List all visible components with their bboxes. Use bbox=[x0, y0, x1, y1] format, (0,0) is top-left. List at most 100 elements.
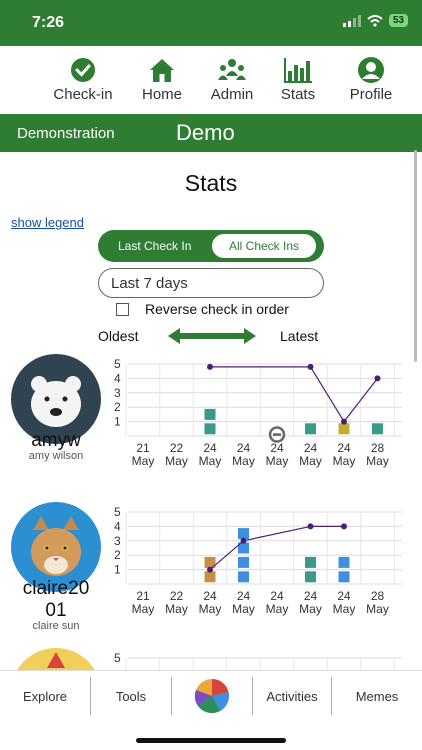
checkin-square bbox=[305, 571, 316, 583]
wifi-icon bbox=[367, 14, 383, 27]
nav-label: Profile bbox=[349, 86, 393, 103]
x-tick-label: 21 bbox=[136, 441, 150, 455]
x-tick-label: May bbox=[299, 454, 322, 468]
trend-point bbox=[307, 363, 314, 370]
person-icon bbox=[358, 57, 384, 83]
nav-home[interactable]: Home bbox=[127, 56, 197, 103]
status-time: 7:26 bbox=[32, 14, 65, 31]
latest-label: Latest bbox=[280, 328, 319, 344]
house-icon bbox=[150, 59, 174, 82]
nav-stats[interactable]: Stats bbox=[263, 56, 333, 103]
trend-point bbox=[207, 363, 213, 370]
bottom-nav: Explore Tools Activities Memes bbox=[0, 670, 422, 720]
x-tick-label: May bbox=[132, 602, 155, 616]
checkin-square bbox=[204, 408, 216, 420]
x-tick-label: May bbox=[132, 454, 155, 468]
trend-point bbox=[341, 418, 347, 425]
bar-chart-icon bbox=[284, 58, 312, 83]
scrollbar[interactable] bbox=[414, 150, 417, 362]
range-select[interactable]: Last 7 days bbox=[98, 268, 324, 298]
check-circle-icon bbox=[71, 58, 95, 82]
x-tick-label: May bbox=[199, 602, 222, 616]
x-tick-label: 24 bbox=[270, 589, 284, 603]
x-tick-label: May bbox=[333, 454, 356, 468]
x-tick-label: 24 bbox=[203, 589, 217, 603]
checkin-chart-amyw: 1234521May22May24May24May24May24May24May… bbox=[114, 357, 402, 468]
checkin-chart-claire2001: 1234521May22May24May24May24May24May24May… bbox=[114, 505, 402, 616]
nav-admin[interactable]: Admin bbox=[197, 56, 267, 103]
x-tick-label: May bbox=[165, 602, 188, 616]
y-tick-label: 5 bbox=[114, 651, 121, 665]
user-full-name: amy wilson bbox=[28, 450, 84, 462]
bottom-nav-center[interactable] bbox=[172, 671, 252, 721]
trend-line-segment bbox=[243, 525, 311, 542]
home-indicator bbox=[136, 738, 286, 743]
trend-point bbox=[341, 523, 347, 530]
cellular-signal-icon bbox=[342, 14, 361, 27]
x-tick-label: 24 bbox=[304, 441, 318, 455]
x-tick-label: 28 bbox=[371, 441, 385, 455]
checkin-square bbox=[238, 528, 249, 540]
top-nav: Check-in Home Admin Stats Profile bbox=[0, 46, 422, 114]
checkin-chart-partial: 5 bbox=[114, 651, 402, 670]
demo-title: Demo bbox=[176, 120, 235, 145]
x-tick-label: 21 bbox=[136, 589, 150, 603]
checkin-square bbox=[204, 423, 216, 435]
trend-point bbox=[240, 537, 247, 544]
x-tick-label: May bbox=[199, 454, 222, 468]
y-tick-label: 4 bbox=[114, 519, 121, 533]
toggle-all-check-ins[interactable]: All Check Ins bbox=[212, 234, 316, 258]
checkin-square bbox=[305, 423, 316, 435]
x-tick-label: May bbox=[232, 602, 255, 616]
x-tick-label: 24 bbox=[337, 441, 351, 455]
nav-check-in[interactable]: Check-in bbox=[48, 56, 118, 103]
checkin-square bbox=[204, 571, 216, 583]
x-tick-label: May bbox=[165, 454, 188, 468]
toggle-last-check-in[interactable]: Last Check In bbox=[118, 239, 191, 253]
user-stats-partial: 5 bbox=[0, 648, 422, 670]
demo-bar: Demonstration Demo bbox=[0, 114, 422, 152]
trend-point bbox=[374, 375, 381, 382]
bottom-nav-tools[interactable]: Tools bbox=[91, 671, 171, 721]
x-tick-label: 24 bbox=[304, 589, 318, 603]
x-tick-label: 24 bbox=[337, 589, 351, 603]
bottom-nav-memes[interactable]: Memes bbox=[332, 671, 422, 721]
battery-indicator: 53 bbox=[388, 14, 408, 27]
x-tick-label: May bbox=[232, 454, 255, 468]
trend-point bbox=[307, 523, 314, 530]
x-tick-label: May bbox=[266, 602, 289, 616]
x-tick-label: May bbox=[333, 602, 356, 616]
x-tick-label: 24 bbox=[237, 441, 251, 455]
checkin-square bbox=[305, 556, 316, 568]
x-tick-label: 22 bbox=[170, 589, 184, 603]
user-full-name: claire sun bbox=[32, 620, 80, 632]
reverse-order-label: Reverse check in order bbox=[145, 301, 289, 317]
checkin-square bbox=[238, 571, 249, 583]
nav-label: Admin bbox=[210, 86, 254, 103]
people-icon bbox=[218, 59, 246, 80]
checkin-square bbox=[338, 556, 350, 568]
show-legend-link[interactable]: show legend bbox=[11, 215, 84, 230]
nav-label: Home bbox=[141, 86, 182, 103]
order-row: Oldest Latest bbox=[0, 326, 422, 346]
avatar[interactable] bbox=[11, 648, 101, 670]
reverse-order-checkbox[interactable] bbox=[116, 302, 129, 316]
status-icons: 53 bbox=[342, 14, 408, 27]
bottom-nav-explore[interactable]: Explore bbox=[0, 671, 90, 721]
nav-label: Stats bbox=[280, 86, 316, 103]
y-tick-label: 5 bbox=[114, 505, 121, 519]
nav-profile[interactable]: Profile bbox=[336, 56, 406, 103]
checkin-square bbox=[372, 423, 383, 435]
bottom-nav-activities[interactable]: Activities bbox=[253, 671, 331, 721]
checkin-square bbox=[338, 571, 350, 583]
x-tick-label: 28 bbox=[371, 589, 385, 603]
x-tick-label: 24 bbox=[237, 589, 251, 603]
y-tick-label: 2 bbox=[114, 400, 121, 414]
nav-label: Check-in bbox=[53, 86, 113, 103]
y-tick-label: 2 bbox=[114, 548, 121, 562]
x-tick-label: May bbox=[366, 454, 389, 468]
demo-subtitle: Demonstration bbox=[17, 125, 115, 142]
username: claire20 01 bbox=[22, 578, 90, 621]
x-tick-label: May bbox=[366, 602, 389, 616]
double-arrow-icon bbox=[168, 328, 256, 344]
